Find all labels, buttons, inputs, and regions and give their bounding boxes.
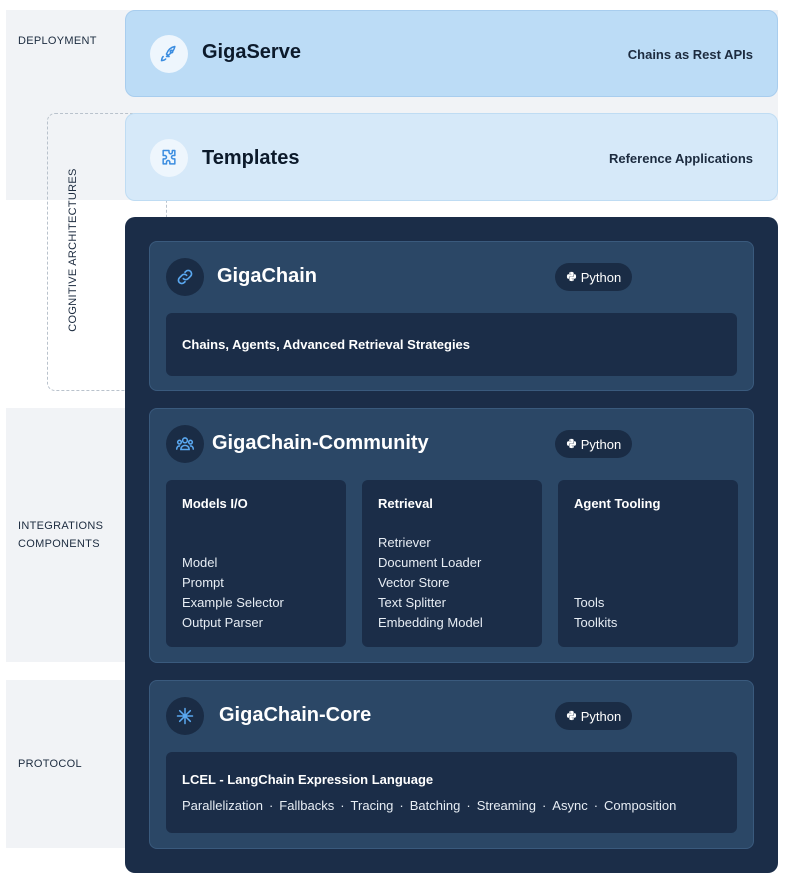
lcel-title: LCEL - LangChain Expression Language [182,772,434,787]
feature-item: Composition [604,798,677,813]
list-item: Document Loader [378,555,482,570]
lcel-features: Parallelization · Fallbacks · Tracing · Batchi… [182,798,676,813]
list-item: Output Parser [182,615,263,630]
core-python-badge: Python [555,702,632,730]
layer-label-integrations: INTEGRATIONS COMPONENTS [18,520,104,550]
templates-subtitle: Reference Applications [608,151,753,166]
gigachain-python-badge: Python [555,263,632,291]
agent-tooling-heading: Agent Tooling [574,496,661,511]
list-item: Prompt [182,575,224,590]
layer-label-protocol: PROTOCOL [18,758,82,770]
retrieval-box: Retrieval Retriever Document Loader Vect… [362,480,542,647]
models-io-box: Models I/O Model Prompt Example Selector… [166,480,346,647]
gigachain-title: GigaChain [217,265,318,287]
templates-title: Templates [202,147,300,169]
community-panel: GigaChain-Community Python Models I/O Mo… [149,408,754,663]
rocket-icon [150,35,188,73]
list-item: Embedding Model [378,615,483,630]
lcel-box: LCEL - LangChain Expression Language Par… [166,752,737,833]
puzzle-icon [150,139,188,177]
core-panel: GigaChain-Core Python LCEL - LangChain E… [149,680,754,849]
feature-separator: · [593,798,599,813]
templates-box: Templates Reference Applications [125,113,778,201]
gigachain-description-box: Chains, Agents, Advanced Retrieval Strat… [166,313,737,376]
feature-item: Tracing [350,798,394,813]
feature-item: Streaming [476,798,536,813]
community-title: GigaChain-Community [212,432,429,454]
python-icon [566,437,577,452]
feature-item: Async [552,798,588,813]
agent-tooling-box: Agent Tooling Tools Toolkits [558,480,738,647]
list-item: Model [182,555,218,570]
feature-separator: · [268,798,274,813]
gigachain-panel: GigaChain Python Chains, Agents, Advance… [149,241,754,391]
feature-separator: · [541,798,547,813]
python-icon [566,709,577,724]
gigachain-description: Chains, Agents, Advanced Retrieval Strat… [182,337,471,352]
list-item: Vector Store [378,575,450,590]
agent-tooling-list: Tools Toolkits [574,593,617,633]
python-badge-label: Python [580,436,622,452]
gigaserve-subtitle: Chains as Rest APIs [627,47,753,62]
feature-separator: · [340,798,345,813]
list-item: Retriever [378,535,431,550]
link-icon [166,258,204,296]
list-item: Text Splitter [378,595,446,610]
community-python-badge: Python [555,430,632,458]
models-io-heading: Models I/O [182,496,248,511]
layer-label-deployment: DEPLOYMENT [18,35,97,47]
feature-item: Parallelization [182,798,263,813]
python-badge-label: Python [580,708,622,724]
feature-separator: · [466,798,471,813]
feature-item: Fallbacks [279,798,335,813]
retrieval-heading: Retrieval [378,496,433,511]
layer-label-cognitive-architectures: COGNITIVE ARCHITECTURES [67,168,79,332]
retrieval-list: Retriever Document Loader Vector Store T… [378,533,483,633]
models-io-list: Model Prompt Example Selector Output Par… [182,553,284,633]
feature-item: Batching [409,798,461,813]
gigaserve-box: GigaServe Chains as Rest APIs [125,10,778,97]
list-item: Example Selector [182,595,284,610]
asterisk-icon [166,697,204,735]
list-item: Tools [574,595,605,610]
core-title: GigaChain-Core [219,704,372,726]
feature-separator: · [399,798,404,813]
gigaserve-title: GigaServe [202,41,301,63]
list-item: Toolkits [574,615,618,630]
users-icon [166,425,204,463]
python-badge-label: Python [580,269,622,285]
python-icon [566,270,577,285]
